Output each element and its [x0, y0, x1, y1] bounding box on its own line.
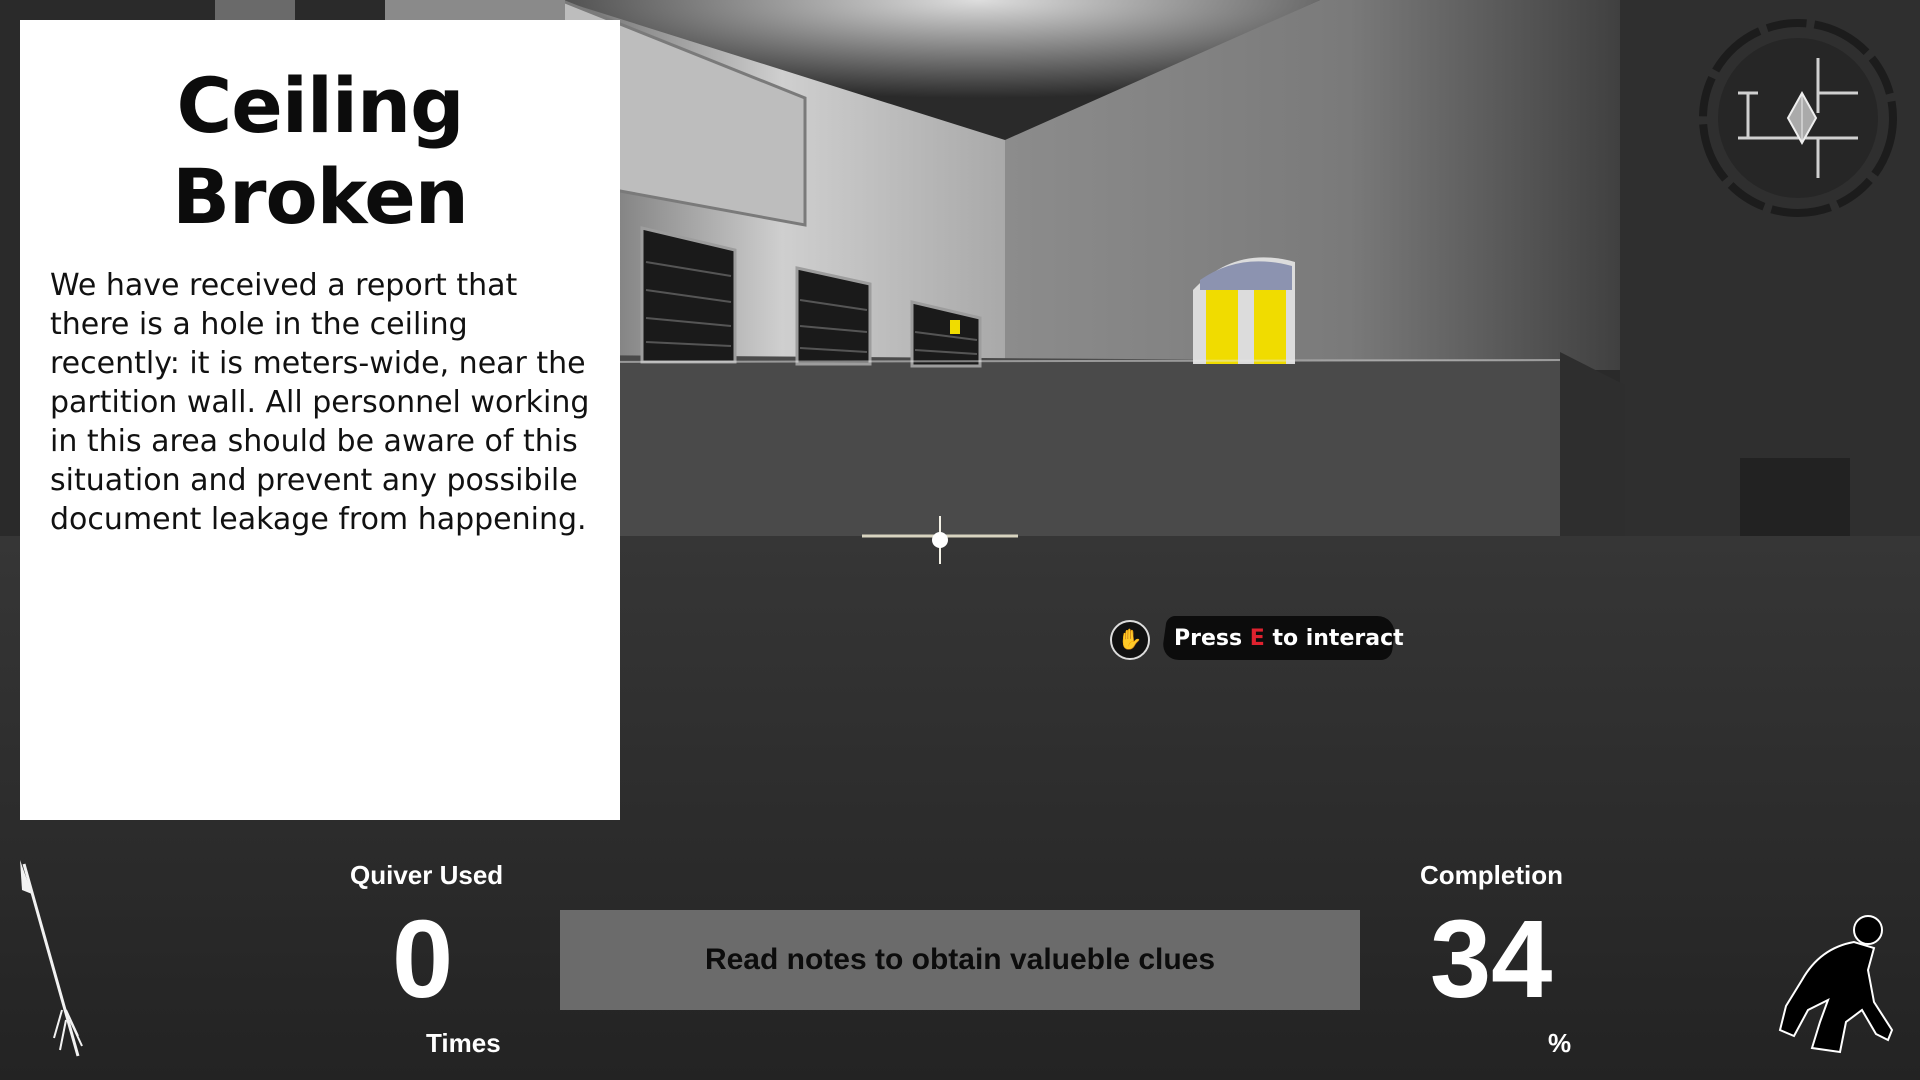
- completion-value: 34: [1430, 898, 1553, 1021]
- quiver-unit: Times: [426, 1028, 501, 1058]
- interact-text: Press E to interact: [1174, 626, 1404, 651]
- note-title: Ceiling Broken: [172, 61, 469, 242]
- tip-bar: Read notes to obtain valueble clues: [560, 910, 1360, 1010]
- completion-unit: %: [1548, 1028, 1572, 1058]
- prompt-key: E: [1249, 626, 1265, 651]
- quiver-label: Quiver Used: [350, 860, 504, 890]
- crosshair-icon: [862, 516, 1018, 564]
- completion-label: Completion: [1420, 860, 1563, 890]
- hand-grab-icon: ✋: [1110, 620, 1150, 660]
- quiver-value: 0: [392, 898, 454, 1021]
- compass-minimap-icon: [1699, 19, 1897, 217]
- arrow-icon: [20, 860, 83, 1057]
- tip-text: Read notes to obtain valueble clues: [704, 943, 1216, 976]
- interact-prompt: ✋ Press E to interact: [1108, 612, 1404, 672]
- prompt-prefix: Press: [1174, 626, 1250, 651]
- note-panel: Ceiling Broken We have received a report…: [20, 20, 620, 820]
- crouching-figure-icon: [1778, 915, 1894, 1054]
- prompt-suffix: to interact: [1264, 626, 1404, 651]
- note-body: We have received a report that there is …: [50, 268, 590, 538]
